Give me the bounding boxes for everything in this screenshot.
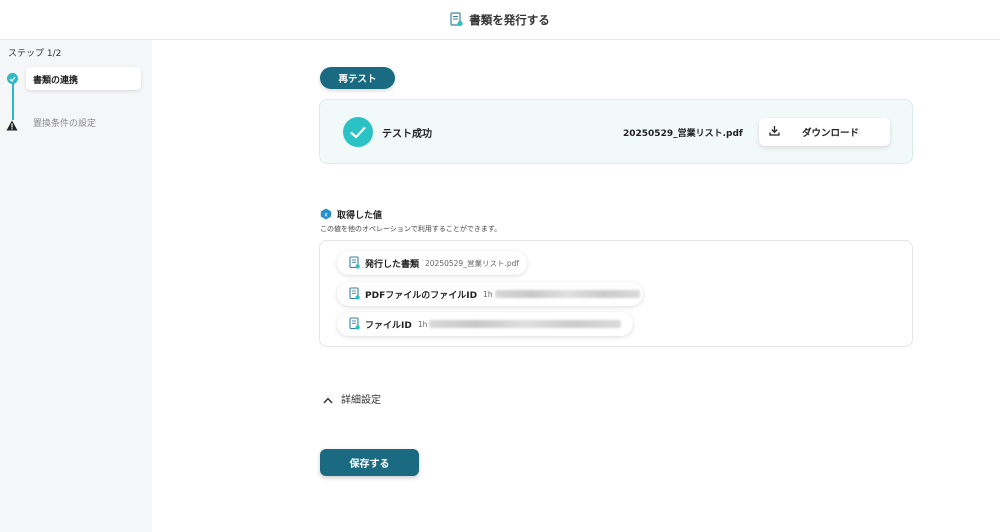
chevron-up-icon [323, 389, 333, 408]
warning-icon [6, 116, 18, 135]
check-icon [7, 73, 18, 84]
variable-icon: x [320, 205, 332, 224]
document-icon [450, 12, 463, 27]
result-filename: 20250529_営業リスト.pdf [623, 129, 743, 139]
download-icon [769, 125, 780, 139]
sidebar-item-replace-settings[interactable]: 置換条件の設定 [33, 116, 96, 129]
download-button[interactable]: ダウンロード [759, 118, 890, 146]
values-heading: x 取得した値 [320, 205, 382, 224]
redacted-value [494, 290, 640, 298]
header: 書類を発行する [0, 0, 1000, 40]
step-connector [12, 78, 14, 120]
value-text: 1h [417, 319, 428, 329]
redacted-value [429, 320, 622, 328]
value-text: 20250529_営業リスト.pdf [425, 258, 519, 268]
page-title: 書類を発行する [469, 12, 550, 27]
retest-button[interactable]: 再テスト [320, 67, 395, 89]
document-icon [349, 285, 360, 304]
value-label: PDFファイルのファイルID [365, 290, 478, 301]
value-label: ファイルID [365, 320, 412, 331]
sidebar: ステップ 1/2 書類の連携 置換条件の設定 [0, 40, 152, 532]
value-chip[interactable]: PDFファイルのファイルID 1h [337, 282, 643, 306]
advanced-settings-toggle[interactable]: 詳細設定 [323, 389, 381, 408]
value-chip[interactable]: ファイルID 1h [337, 312, 633, 336]
document-icon [349, 254, 360, 273]
advanced-settings-label: 詳細設定 [341, 395, 381, 406]
test-result-card: テスト成功 20250529_営業リスト.pdf ダウンロード [319, 99, 913, 164]
value-chip[interactable]: 発行した書類 20250529_営業リスト.pdf [337, 251, 527, 275]
download-label: ダウンロード [802, 128, 860, 139]
svg-text:x: x [324, 212, 328, 219]
test-status-text: テスト成功 [382, 129, 432, 140]
success-check-icon [343, 117, 373, 147]
values-description: この値を他のオペレーションで利用することができます。 [320, 225, 502, 233]
value-text: 1h [483, 289, 493, 299]
sidebar-item-document-link[interactable]: 書類の連携 [26, 67, 141, 90]
values-heading-text: 取得した値 [337, 211, 383, 221]
value-label: 発行した書類 [365, 259, 420, 270]
document-icon [349, 315, 360, 334]
step-counter: ステップ 1/2 [8, 49, 62, 59]
save-button[interactable]: 保存する [320, 449, 419, 476]
values-list: 発行した書類 20250529_営業リスト.pdf PDFファイルのファイルID… [319, 240, 913, 347]
